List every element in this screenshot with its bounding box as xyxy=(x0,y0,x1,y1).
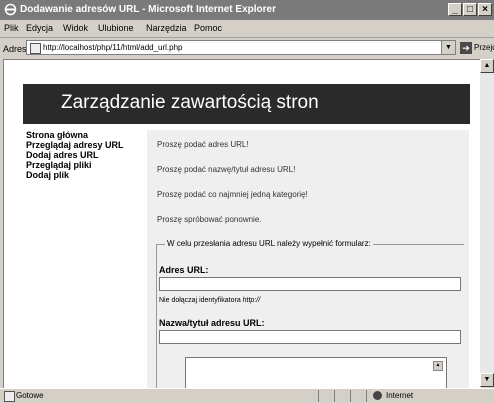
menu-tools[interactable]: Narzędzia xyxy=(146,23,187,33)
page-icon xyxy=(30,43,41,54)
error-message-title: Proszę podać nazwę/tytuł adresu URL! xyxy=(157,165,296,174)
url-hint-text: Nie dołączaj identyfikatora xyxy=(159,297,243,304)
address-label: Adres xyxy=(3,44,27,54)
url-input[interactable] xyxy=(159,277,461,291)
nav-browse-urls[interactable]: Przeglądaj adresy URL xyxy=(26,140,144,150)
maximize-button[interactable]: □ xyxy=(463,3,477,16)
nav-menu: Strona główna Przeglądaj adresy URL Doda… xyxy=(26,130,144,180)
scroll-down-button[interactable]: ▼ xyxy=(480,373,494,387)
url-hint: Nie dołączaj identyfikatora http:// xyxy=(159,297,260,304)
nav-browse-files[interactable]: Przeglądaj pliki xyxy=(26,160,144,170)
error-message-url: Proszę podać adres URL! xyxy=(157,140,249,149)
nav-home[interactable]: Strona główna xyxy=(26,130,144,140)
go-button[interactable]: Przejdź xyxy=(474,43,494,52)
scroll-up-button[interactable]: ▲ xyxy=(480,59,494,73)
ie-icon xyxy=(4,3,17,16)
status-divider xyxy=(350,390,351,402)
content-panel: Proszę podać adres URL! Proszę podać naz… xyxy=(147,130,469,388)
category-textarea[interactable]: ▲ xyxy=(185,357,447,388)
menu-file[interactable]: Plik xyxy=(4,23,19,33)
scroll-up-icon[interactable]: ▲ xyxy=(433,361,443,371)
maximize-icon: □ xyxy=(466,4,474,15)
close-icon: × xyxy=(482,4,488,15)
close-button[interactable]: × xyxy=(478,3,492,16)
page-scrollbar[interactable]: ▲ ▼ xyxy=(480,59,494,387)
title-label: Nazwa/tytuł adresu URL: xyxy=(159,318,265,328)
menu-favorites[interactable]: Ulubione xyxy=(98,23,134,33)
menu-bar: Plik Edycja Widok Ulubione Narzędzia Pom… xyxy=(0,20,494,38)
windows-logo xyxy=(458,20,494,37)
minimize-button[interactable]: _ xyxy=(448,3,462,16)
status-divider xyxy=(334,390,335,402)
nav-add-url[interactable]: Dodaj adres URL xyxy=(26,150,144,160)
form-legend: W celu przesłania adresu URL należy wype… xyxy=(165,239,373,248)
url-form: W celu przesłania adresu URL należy wype… xyxy=(156,239,464,388)
address-bar: Adres http://localhost/php/11/html/add_u… xyxy=(0,38,494,58)
url-label: Adres URL: xyxy=(159,265,209,275)
error-message-category: Proszę podać co najmniej jedną kategorię… xyxy=(157,190,308,199)
nav-add-file[interactable]: Dodaj plik xyxy=(26,170,144,180)
menu-edit[interactable]: Edycja xyxy=(26,23,53,33)
title-input[interactable] xyxy=(159,330,461,344)
page-banner: Zarządzanie zawartością stron xyxy=(23,84,470,124)
title-bar: Dodawanie adresów URL - Microsoft Intern… xyxy=(0,0,494,20)
page-viewport: Zarządzanie zawartością stron Strona głó… xyxy=(3,59,481,388)
retry-message: Proszę spróbować ponownie. xyxy=(157,215,262,224)
menu-view[interactable]: Widok xyxy=(63,23,88,33)
globe-icon xyxy=(373,391,382,400)
security-zone: Internet xyxy=(386,391,414,400)
page-icon xyxy=(4,391,15,402)
status-divider xyxy=(318,390,319,402)
url-hint-protocol: http:// xyxy=(242,297,261,304)
minimize-icon: _ xyxy=(452,4,458,15)
window-title: Dodawanie adresów URL - Microsoft Intern… xyxy=(20,4,276,15)
status-bar: Gotowe Internet xyxy=(0,388,494,403)
page-title: Zarządzanie zawartością stron xyxy=(61,92,319,113)
go-arrow-icon[interactable]: ➔ xyxy=(460,42,472,54)
address-input[interactable]: http://localhost/php/11/html/add_url.php… xyxy=(26,40,456,55)
status-divider xyxy=(366,390,367,402)
address-dropdown-icon[interactable]: ▼ xyxy=(441,41,455,54)
status-text: Gotowe xyxy=(16,391,44,400)
menu-help[interactable]: Pomoc xyxy=(194,23,222,33)
address-url: http://localhost/php/11/html/add_url.php xyxy=(43,43,183,52)
